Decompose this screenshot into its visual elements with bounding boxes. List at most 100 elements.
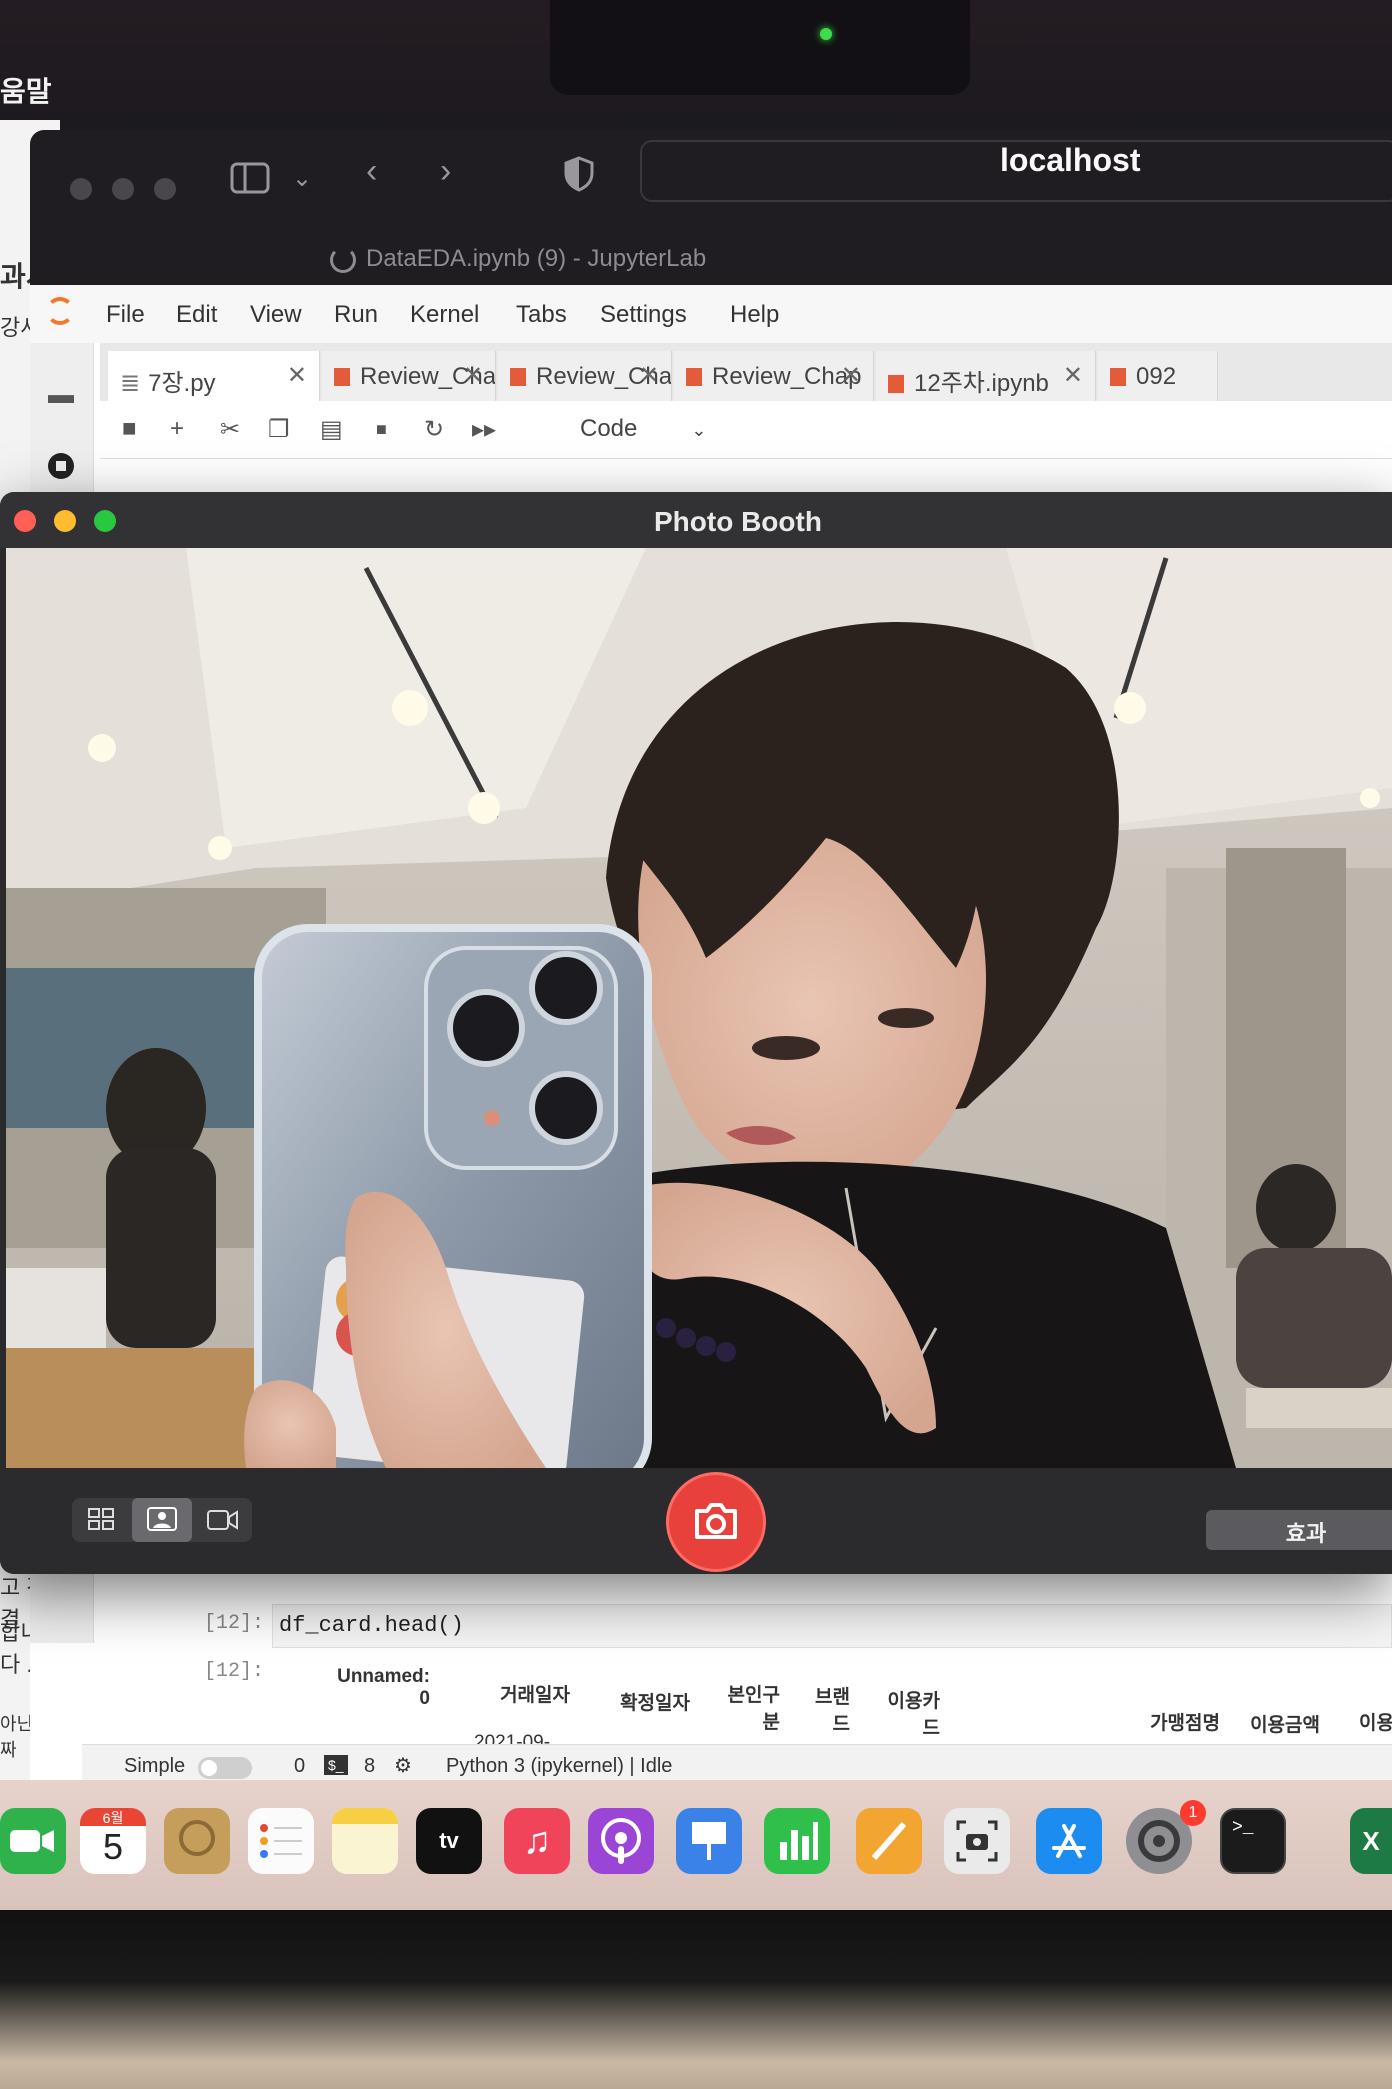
paste-icon[interactable]: ▤ [320, 415, 343, 444]
add-cell-icon[interactable]: + [170, 415, 184, 443]
running-kernels-icon[interactable] [46, 451, 76, 481]
notes-header [332, 1808, 398, 1824]
copy-icon[interactable]: ❐ [268, 415, 290, 444]
status-count: 8 [364, 1755, 376, 1777]
run-all-icon[interactable]: ▸▸ [472, 415, 496, 444]
dock-calendar-icon[interactable]: 6월 5 [80, 1808, 146, 1874]
forward-button[interactable]: › [440, 152, 451, 191]
simple-mode-toggle[interactable] [198, 1757, 252, 1779]
close-icon[interactable]: ✕ [287, 361, 307, 390]
cell-input-prompt: [12]: [204, 1612, 265, 1635]
tab-review-chap-3[interactable]: Review_Chap ✕ [674, 351, 874, 401]
dock-reminders-icon[interactable] [248, 1808, 314, 1874]
menu-settings[interactable]: Settings [600, 301, 687, 329]
single-photo-button[interactable] [132, 1498, 192, 1542]
dock-excel-icon[interactable]: X [1350, 1808, 1392, 1874]
dock-apple-tv-icon[interactable]: tv [416, 1808, 482, 1874]
effects-button[interactable]: 효과 [1206, 1510, 1392, 1550]
tab-7jang-py[interactable]: ≣ 7장.py ✕ [108, 351, 320, 401]
back-button[interactable]: ‹ [366, 152, 377, 191]
cell-type-select[interactable]: Code ⌄ [580, 415, 706, 443]
excel-letter: X [1362, 1826, 1380, 1856]
menubar-help-menu[interactable]: 움말 [0, 70, 52, 110]
file-text-icon: ≣ [120, 370, 141, 397]
dock-pages-icon[interactable] [856, 1808, 922, 1874]
photo-booth-titlebar: Photo Booth [0, 492, 1392, 548]
close-icon[interactable]: ✕ [639, 361, 659, 390]
restart-icon[interactable]: ↻ [424, 415, 444, 444]
table-header: 이용카 드 [887, 1691, 940, 1739]
folder-icon[interactable]: ▬ [46, 379, 76, 409]
view-mode-segmented-control [72, 1498, 252, 1542]
dock-keynote-icon[interactable] [676, 1808, 742, 1874]
jupyter-logo-icon [46, 297, 74, 325]
dock-music-icon[interactable]: ♫ [504, 1808, 570, 1874]
menu-file[interactable]: File [106, 301, 145, 329]
dock-screenshot-icon[interactable] [944, 1808, 1010, 1874]
tab-review-chap-1[interactable]: Review_Chap ✕ [322, 351, 496, 401]
tv-text: tv [439, 1828, 459, 1853]
jupyter-menubar: File Edit View Run Kernel Tabs Settings … [30, 285, 1392, 343]
window-minimize-button[interactable] [112, 178, 134, 200]
privacy-shield-icon[interactable] [564, 156, 594, 201]
kernel-status[interactable]: Python 3 (ipykernel) | Idle [446, 1755, 672, 1778]
tab-label: 092 [1136, 363, 1177, 390]
dock-app-store-icon[interactable] [1036, 1808, 1102, 1874]
menu-tabs[interactable]: Tabs [516, 301, 567, 329]
take-photo-button[interactable] [666, 1472, 766, 1572]
menu-run[interactable]: Run [334, 301, 378, 329]
grid-view-button[interactable] [72, 1498, 132, 1542]
code-text: df_card.head() [279, 1613, 464, 1638]
stop-icon[interactable]: ■ [376, 419, 387, 440]
code-cell[interactable]: df_card.head() [272, 1604, 1392, 1648]
notebook-icon [686, 368, 702, 386]
chevron-down-icon[interactable]: ⌄ [292, 164, 312, 193]
dock-numbers-icon[interactable] [764, 1808, 830, 1874]
table-header: 브랜 드 [815, 1687, 850, 1735]
dock-terminal-icon[interactable]: >_ [1220, 1808, 1286, 1874]
browser-tab-title[interactable]: DataEDA.ipynb (9) - JupyterLab [330, 245, 706, 273]
tab-label: 7장.py [148, 370, 216, 397]
window-zoom-button[interactable] [154, 178, 176, 200]
dock-notes-icon[interactable] [332, 1808, 398, 1874]
calendar-day: 5 [102, 1826, 124, 1867]
close-icon[interactable]: ✕ [841, 361, 861, 390]
pb-minimize-button[interactable] [54, 510, 76, 532]
tab-review-chap-2[interactable]: Review_Chap ✕ [498, 351, 672, 401]
notebook-icon [1110, 368, 1126, 386]
calendar-month: 6월 [80, 1808, 146, 1826]
table-header: 거래일자 [500, 1685, 570, 1706]
notebook-icon [888, 375, 904, 393]
menu-kernel[interactable]: Kernel [410, 301, 479, 329]
window-close-button[interactable] [70, 178, 92, 200]
photo-booth-title: Photo Booth [654, 506, 822, 537]
toggle-knob [201, 1760, 217, 1776]
dock-podcasts-icon[interactable] [588, 1808, 654, 1874]
cut-icon[interactable]: ✂ [220, 415, 240, 444]
dock-contacts-icon[interactable] [164, 1808, 230, 1874]
dock-facetime-icon[interactable] [0, 1808, 66, 1874]
cell-type-value: Code [580, 415, 638, 442]
sidebar-toggle-icon[interactable] [230, 162, 270, 203]
menu-help[interactable]: Help [730, 301, 779, 329]
url-text: localhost [1000, 142, 1141, 178]
pb-close-button[interactable] [14, 510, 36, 532]
tab-12juchа-ipynb[interactable]: 12주차.ipynb ✕ [876, 351, 1096, 401]
table-header: 확정일자 [620, 1693, 690, 1714]
notebook-toolbar: ■ + ✂ ❐ ▤ ■ ↻ ▸▸ Code ⌄ [100, 401, 1392, 459]
notebook-icon [510, 368, 526, 386]
save-icon[interactable]: ■ [122, 415, 137, 443]
laptop-bezel: 움말 [0, 0, 1392, 120]
pb-zoom-button[interactable] [94, 510, 116, 532]
table-header: 본인구 분 [727, 1685, 780, 1733]
camera-notch [550, 0, 970, 95]
close-icon[interactable]: ✕ [463, 361, 483, 390]
table-header: 이용 [1359, 1713, 1392, 1734]
menu-edit[interactable]: Edit [176, 301, 217, 329]
tab-092[interactable]: 092 [1098, 351, 1218, 401]
menu-view[interactable]: View [250, 301, 302, 329]
safari-toolbar: ⌄ ‹ › localhost DataEDA.ipynb (9) - Jupy… [30, 130, 1392, 285]
video-button[interactable] [192, 1498, 252, 1542]
close-icon[interactable]: ✕ [1063, 361, 1083, 390]
table-header: 이용금액 [1250, 1715, 1320, 1736]
